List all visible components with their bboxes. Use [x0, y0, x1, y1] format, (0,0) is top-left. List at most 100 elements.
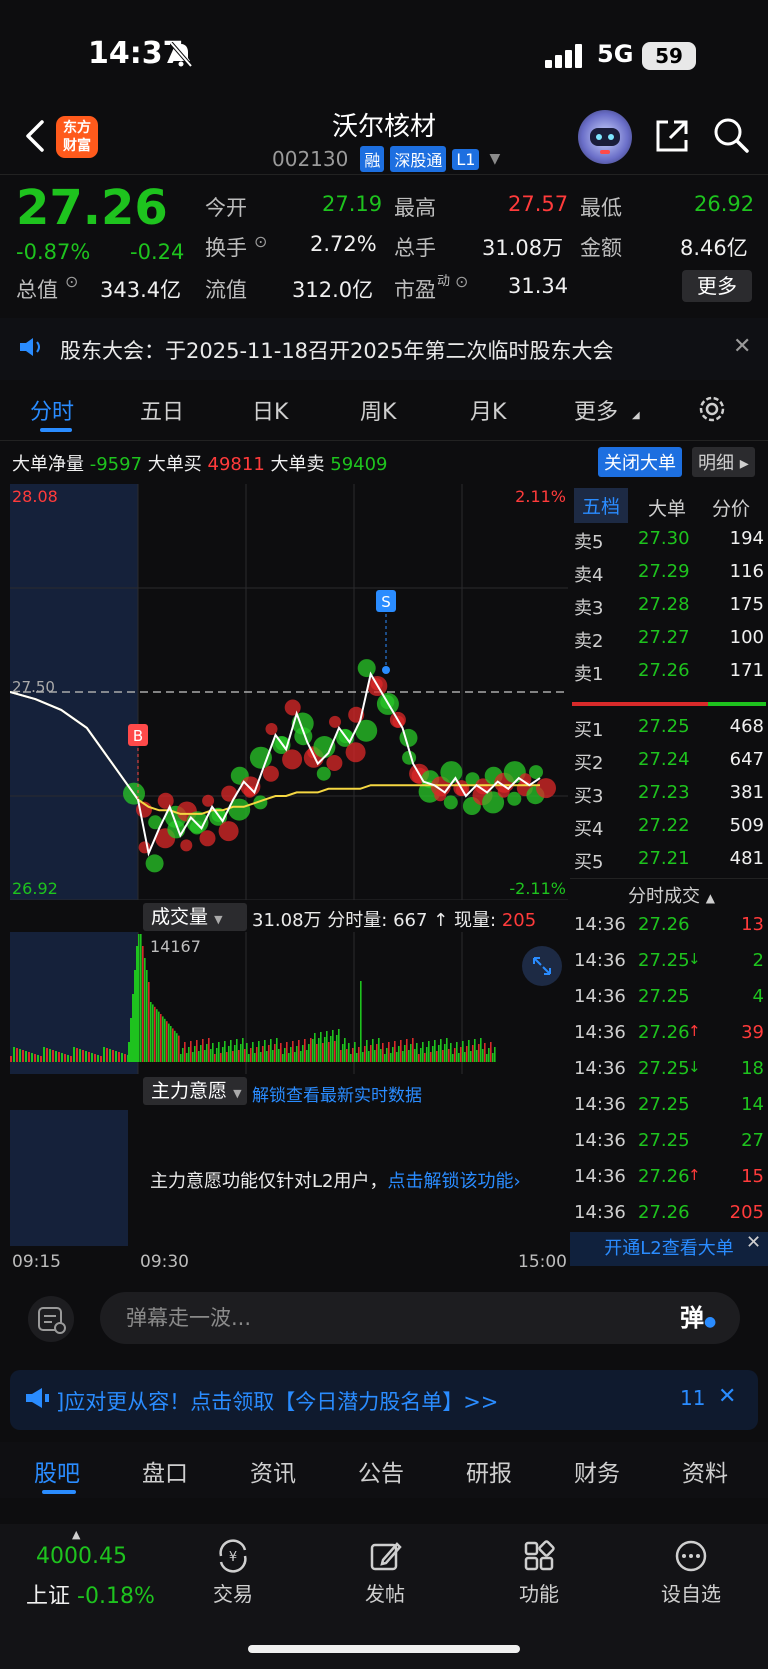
expand-icon[interactable] — [522, 946, 562, 986]
tab-profile[interactable]: 资料 — [682, 1454, 728, 1488]
big-order-dot — [249, 746, 272, 769]
volume-bar — [43, 1047, 45, 1062]
volume-bar — [242, 1038, 244, 1062]
volume-bar — [292, 1041, 294, 1062]
ask-row[interactable]: 卖5 27.30 194 — [574, 528, 764, 560]
tab-five-levels[interactable]: 五档 — [574, 488, 629, 523]
nav-functions[interactable]: 功能 — [499, 1534, 579, 1607]
tab-forum[interactable]: 股吧 — [34, 1454, 80, 1488]
volume-bar — [224, 1041, 226, 1062]
ask-row[interactable]: 卖3 27.28 175 — [574, 594, 764, 626]
big-order-summary: 大单净量 -9597 大单买 49811 大单卖 59409 — [12, 450, 388, 476]
trade-row: 14:36 27.25 4 — [574, 986, 764, 1018]
open-l2-banner[interactable]: 开通L2查看大单 — [570, 1232, 768, 1266]
ask-row[interactable]: 卖4 27.29 116 — [574, 561, 764, 593]
nav-post[interactable]: 发帖 — [345, 1534, 425, 1607]
tab-news[interactable]: 资讯 — [250, 1454, 296, 1488]
tab-big-orders[interactable]: 大单 — [648, 494, 686, 521]
bid-row[interactable]: 买1 27.25 468 — [574, 716, 764, 748]
trades-title[interactable]: 分时成交 ▲ — [628, 882, 715, 908]
bid-row[interactable]: 买2 27.24 647 — [574, 749, 764, 781]
ask-label: 卖4 — [574, 565, 604, 586]
tab-price-dist[interactable]: 分价 — [712, 494, 750, 521]
share-icon[interactable] — [654, 118, 690, 158]
volume-bar — [238, 1050, 240, 1062]
tab-handicap[interactable]: 盘口 — [142, 1454, 188, 1488]
volume-bar — [306, 1050, 308, 1062]
high-value: 27.57 — [508, 192, 569, 216]
up-arrow: ↑ — [433, 910, 449, 931]
assistant-robot-icon[interactable] — [578, 110, 632, 164]
nav-trade[interactable]: ¥ 交易 — [193, 1534, 273, 1607]
tab-weekly-k[interactable]: 周K — [360, 394, 396, 426]
intraday-price-chart[interactable]: B S 28.08 26.92 2.11% -2.11% 27.50 — [10, 484, 568, 900]
info-icon[interactable]: ⊙ — [455, 272, 468, 291]
index-row[interactable]: 上证 -0.18% — [26, 1578, 155, 1610]
index-value[interactable]: 4000.45 — [36, 1544, 127, 1569]
home-indicator[interactable] — [248, 1645, 520, 1653]
close-icon[interactable]: ✕ — [733, 334, 751, 359]
bid-row[interactable]: 买4 27.22 509 — [574, 815, 764, 847]
nav-add-watchlist[interactable]: 设自选 — [651, 1534, 731, 1607]
tab-intraday[interactable]: 分时 — [30, 394, 74, 426]
big-order-dot — [316, 766, 331, 781]
ask-volume: 171 — [729, 660, 764, 681]
tab-daily-k[interactable]: 日K — [252, 394, 288, 426]
mktcap-label: 总值 — [16, 278, 58, 302]
stock-code-row[interactable]: 002130 融 深股通 L1 ▼ — [272, 146, 500, 172]
volume-chart[interactable]: 14167 — [10, 932, 568, 1074]
ask-row[interactable]: 卖1 27.26 171 — [574, 660, 764, 692]
close-big-orders-button[interactable]: 关闭大单 — [598, 447, 682, 477]
unlock-link[interactable]: 解锁查看最新实时数据 — [252, 1081, 422, 1106]
tab-more[interactable]: 更多 — [574, 394, 618, 426]
big-order-dots — [123, 659, 556, 873]
tab-research[interactable]: 研报 — [466, 1454, 512, 1488]
ask-price: 27.28 — [638, 594, 690, 615]
ask-label: 卖1 — [574, 664, 604, 685]
tab-announcements[interactable]: 公告 — [358, 1454, 404, 1488]
bid-row[interactable]: 买3 27.23 381 — [574, 782, 764, 814]
volume-bar — [374, 1050, 376, 1062]
danmu-input[interactable]: 弹幕走一波... — [100, 1292, 740, 1344]
volume-bar — [324, 1037, 326, 1062]
info-icon[interactable]: ⊙ — [254, 232, 267, 251]
net-value: -9597 — [89, 454, 143, 475]
volume-bar — [188, 1047, 190, 1062]
volume-bar — [234, 1045, 236, 1062]
volume-bar — [128, 1042, 130, 1062]
volume-bar — [200, 1045, 202, 1062]
danmu-settings-icon[interactable] — [28, 1296, 74, 1342]
volume-bar — [432, 1046, 434, 1062]
volume-bar — [158, 1011, 160, 1062]
trade-volume: 18 — [741, 1058, 764, 1079]
volume-bar — [462, 1041, 464, 1062]
tab-5day[interactable]: 五日 — [140, 394, 184, 426]
volume-indicator-select[interactable]: 成交量 ▼ — [143, 903, 247, 931]
close-icon[interactable]: ✕ — [718, 1384, 736, 1409]
ask-price: 27.29 — [638, 561, 690, 582]
big-order-dot — [507, 791, 522, 806]
volume-bar — [434, 1040, 436, 1062]
volume-bar — [228, 1046, 230, 1062]
close-icon[interactable]: ✕ — [746, 1232, 761, 1253]
danmu-send-button[interactable]: 弹● — [680, 1298, 736, 1338]
ask-row[interactable]: 卖2 27.27 100 — [574, 627, 764, 659]
zlyy-indicator-select[interactable]: 主力意愿 ▼ — [143, 1077, 247, 1105]
bid-row[interactable]: 买5 27.21 481 — [574, 848, 764, 880]
info-icon[interactable]: ⊙ — [65, 272, 78, 291]
search-icon[interactable] — [712, 116, 750, 158]
min-value: 667 — [393, 910, 428, 931]
more-button[interactable]: 更多 — [682, 270, 752, 302]
bid-price: 27.22 — [638, 815, 690, 836]
volume-bar — [230, 1040, 232, 1062]
gear-icon[interactable] — [696, 393, 728, 429]
detail-button[interactable]: 明细 ▸ — [692, 447, 755, 477]
trade-time: 14:36 — [574, 1022, 626, 1043]
tab-finance[interactable]: 财务 — [574, 1454, 620, 1488]
promo-text: ]应对更从容！点击领取【今日潜力股名单】>> — [56, 1390, 499, 1414]
big-order-dot — [221, 785, 238, 802]
trade-price: 27.26 — [638, 1202, 690, 1223]
tab-monthly-k[interactable]: 月K — [470, 394, 506, 426]
l2-unlock-link[interactable]: 点击解锁该功能 — [387, 1171, 513, 1192]
network-type: 5G — [597, 40, 634, 68]
